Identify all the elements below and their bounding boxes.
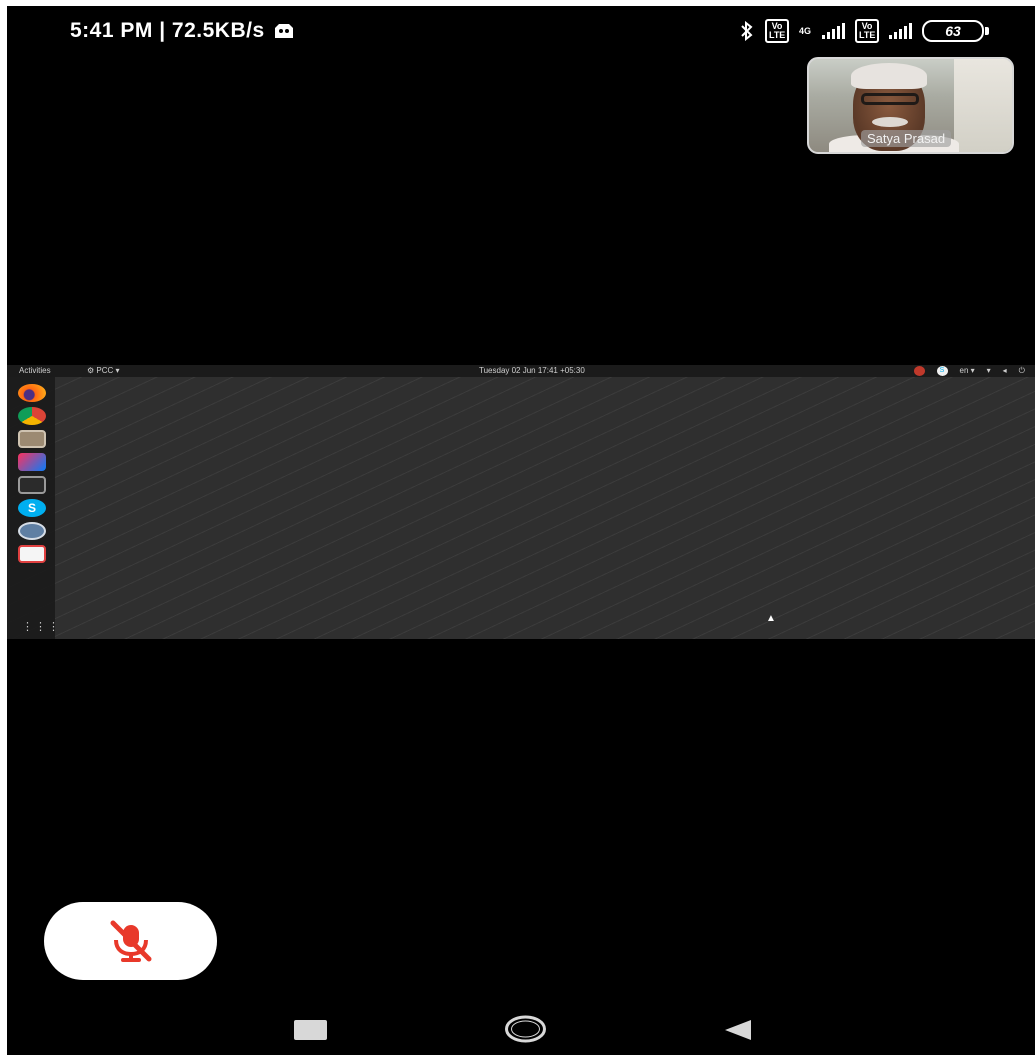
desktop-clock[interactable]: Tuesday 02 Jun 17:41 +05:30 xyxy=(479,365,585,377)
files-icon[interactable] xyxy=(18,430,46,448)
self-view-hair xyxy=(851,63,927,89)
app-menu[interactable]: ⚙ PCC ▾ xyxy=(87,365,120,377)
volte-icon-sim2: Vo LTE xyxy=(855,19,879,43)
battery-tip xyxy=(985,27,989,35)
participant-name: Satya Prasad xyxy=(861,130,952,147)
mouse-cursor-icon: ▲ xyxy=(766,613,776,624)
wifi-icon[interactable]: ▾ xyxy=(987,365,991,377)
time-and-speed: 5:41 PM | 72.5KB/s xyxy=(70,19,265,42)
bluetooth-icon xyxy=(741,21,753,41)
desktop-topbar: Activities ⚙ PCC ▾ Tuesday 02 Jun 17:41 … xyxy=(7,365,1035,377)
recents-button[interactable] xyxy=(294,1020,327,1040)
self-view-glasses xyxy=(861,93,919,105)
self-view-tile[interactable]: Satya Prasad xyxy=(807,57,1014,154)
tray-app-icon[interactable] xyxy=(913,366,925,376)
self-view-mustache xyxy=(872,117,908,127)
battery-level: 63 xyxy=(922,20,984,42)
home-button[interactable] xyxy=(504,1014,547,1044)
intellij-icon[interactable] xyxy=(18,453,46,471)
signal-strength-icon xyxy=(822,23,845,39)
network-type-label: 4G xyxy=(798,25,811,36)
anydesk-icon[interactable] xyxy=(18,545,46,563)
video-call-screen: 5:41 PM | 72.5KB/s Vo LTE 4G Vo LTE 63 S… xyxy=(7,6,1035,1055)
mute-microphone-button[interactable] xyxy=(44,902,217,980)
volte-icon: Vo LTE xyxy=(764,19,789,43)
battery-icon: 63 xyxy=(922,20,989,42)
shared-screen[interactable]: Activities ⚙ PCC ▾ Tuesday 02 Jun 17:41 … xyxy=(7,365,1035,639)
tray-skype-icon[interactable]: S xyxy=(936,366,948,376)
keyboard-layout[interactable]: en ▾ xyxy=(960,365,975,377)
chrome-icon[interactable] xyxy=(18,407,46,425)
signal-strength-icon-sim2 xyxy=(889,23,912,39)
terminal-icon[interactable] xyxy=(18,476,46,494)
desktop-dock: S ⋮⋮⋮ xyxy=(7,377,59,639)
power-menu-icon[interactable]: ⏻ xyxy=(1019,365,1025,377)
show-applications-icon[interactable]: ⋮⋮⋮ xyxy=(22,620,61,633)
system-tray: S en ▾ ▾ ◂ ⏻ xyxy=(913,365,1025,377)
navigation-bar xyxy=(7,996,1035,1055)
screenshot-tool-icon[interactable] xyxy=(18,522,46,540)
firefox-icon[interactable] xyxy=(18,384,46,402)
antivirus-icon xyxy=(274,24,293,38)
microphone-muted-icon xyxy=(110,920,151,962)
back-button[interactable] xyxy=(723,1018,753,1042)
status-bar: 5:41 PM | 72.5KB/s Vo LTE 4G Vo LTE 63 xyxy=(7,6,1035,58)
status-left: 5:41 PM | 72.5KB/s xyxy=(70,19,295,43)
activities-button[interactable]: Activities xyxy=(19,365,51,377)
self-view-background xyxy=(954,59,1012,152)
status-icons: Vo LTE 4G Vo LTE 63 xyxy=(739,19,989,43)
skype-icon[interactable]: S xyxy=(18,499,46,517)
volume-icon[interactable]: ◂ xyxy=(1003,365,1007,377)
